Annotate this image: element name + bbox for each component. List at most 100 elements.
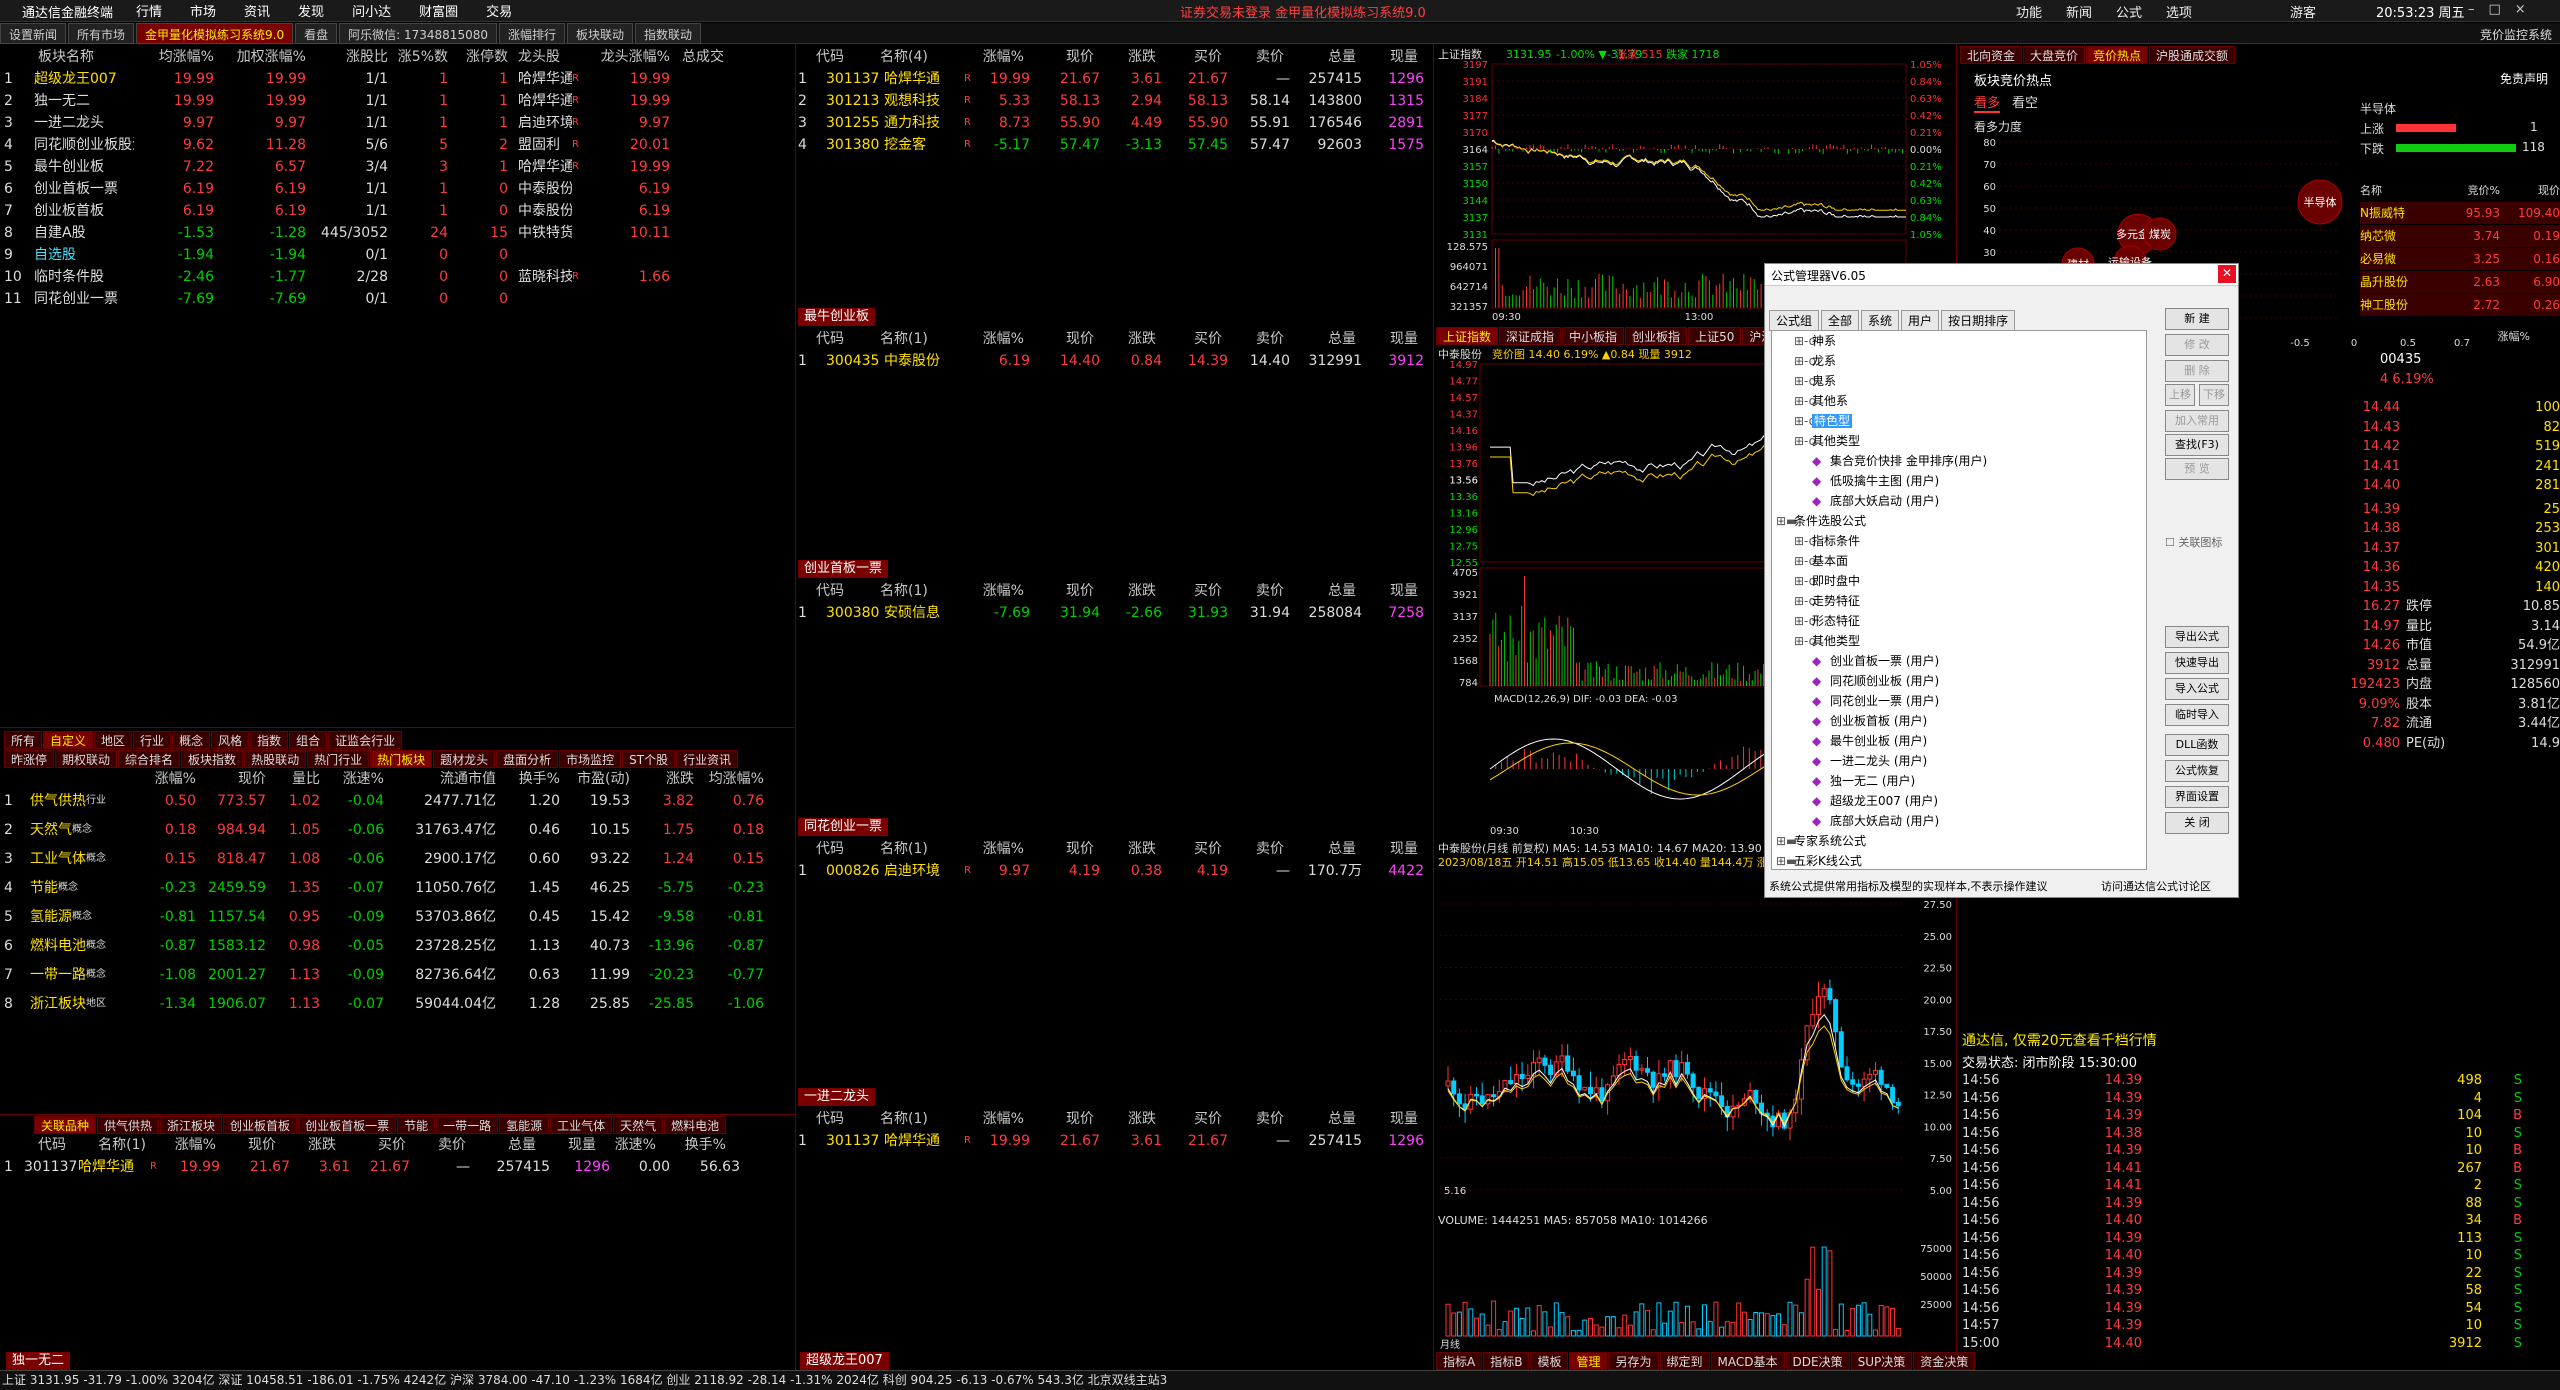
sector-name[interactable]: 一进二龙头 — [34, 112, 134, 134]
col-header[interactable]: 总量 — [1284, 838, 1356, 860]
tab-indicator-7[interactable]: DDE决策 — [1785, 1352, 1850, 1370]
table-row[interactable]: 3 工业气体概念 0.15 818.47 1.08 -0.06 2900.17亿 0.60 93… — [4, 848, 792, 877]
table-row[interactable]: 2 301213 观想科技 R 5.33 58.13 2.94 58.13 58.14 14380… — [798, 90, 1432, 112]
sector-name[interactable]: 供气供热行业 — [30, 790, 134, 819]
col-header[interactable]: 涨跌 — [630, 768, 694, 790]
col-header[interactable]: 名称(4) — [880, 46, 964, 68]
sector-name[interactable]: 浙江板块地区 — [30, 993, 134, 1022]
tab-hot-3[interactable]: 板块指数 — [181, 750, 244, 768]
tab-rel-3[interactable]: 创业板首板 — [223, 1116, 298, 1134]
col-header[interactable] — [798, 46, 816, 68]
tree-item[interactable]: ⊞-o其他系 — [1772, 391, 2146, 411]
tab-cat-1[interactable]: 自定义 — [43, 731, 94, 749]
sector-name[interactable]: 燃料电池概念 — [30, 935, 134, 964]
sector-name[interactable]: 节能概念 — [30, 877, 134, 906]
tab-jinjia[interactable]: 金甲量化模拟练习系统9.0 — [136, 23, 294, 44]
tree-item[interactable]: ⊞-o形态特征 — [1772, 611, 2146, 631]
col-header[interactable]: 买价 — [1156, 838, 1222, 860]
col-header[interactable]: 涨幅% — [964, 838, 1024, 860]
col-header[interactable]: 现价 — [1024, 580, 1094, 602]
tree-item[interactable]: ◆ 超级龙王007 (用户) — [1772, 791, 2146, 811]
stock-name[interactable]: 必易微 — [2360, 248, 2440, 270]
table-row[interactable]: 8 自建A股 -1.53 -1.28 445/3052 24 15 中铁特货 10.11 — [4, 222, 792, 244]
col-header[interactable]: 总量 — [466, 1134, 536, 1156]
stock-name[interactable]: 神工股份 — [2360, 294, 2440, 316]
tab-right-3[interactable]: 沪股通成交额 — [2149, 46, 2236, 64]
tab-rel-5[interactable]: 节能 — [397, 1116, 436, 1134]
col-header[interactable] — [4, 768, 134, 790]
dialog-button-6[interactable]: 查找(F3) — [2165, 434, 2229, 456]
tab-hot-10[interactable]: ST个股 — [622, 750, 676, 768]
dialog-tab-4[interactable]: 按日期排序 — [1941, 310, 2016, 331]
col-header[interactable]: 涨速% — [320, 768, 384, 790]
tree-item[interactable]: ⊞-o鬼系 — [1772, 371, 2146, 391]
stock-name[interactable]: 哈焊华通 — [884, 1130, 964, 1152]
dialog-button-11[interactable]: 临时导入 — [2165, 704, 2229, 726]
col-header[interactable]: 名称(1) — [880, 328, 964, 350]
tree-item[interactable]: ◆ 低吸擒牛主图 (用户) — [1772, 471, 2146, 491]
menu-options[interactable]: 选项 — [2166, 2, 2192, 21]
tab-hot-6[interactable]: 热门板块 — [370, 750, 433, 768]
tree-item[interactable]: ◆ 底部大妖启动 (用户) — [1772, 491, 2146, 511]
table-row[interactable]: 1 000826 启迪环境 R 9.97 4.19 0.38 4.19 — 170.7万 4422 — [798, 860, 1432, 882]
table-row[interactable]: 1 300435 中泰股份 6.19 14.40 0.84 14.39 14.40 312991… — [798, 350, 1432, 372]
tab-rel-6[interactable]: 一带一路 — [436, 1116, 499, 1134]
tree-item[interactable]: ⊞-o其他类型 — [1772, 431, 2146, 451]
menu-market[interactable]: 市场 — [190, 1, 216, 20]
tree-item[interactable]: ◆ 底部大妖启动 (用户) — [1772, 811, 2146, 831]
dialog-tab-2[interactable]: 系统 — [1861, 310, 1900, 331]
col-header[interactable]: 涨幅% — [134, 768, 196, 790]
col-header[interactable]: 涨幅% — [146, 1134, 216, 1156]
dialog-button-10[interactable]: 导入公式 — [2165, 678, 2229, 700]
table-row[interactable]: 10 临时条件股 -2.46 -1.77 2/28 0 0 蓝晓科技 R 1.66 — [4, 266, 792, 288]
tree-item[interactable]: ⊞▬专家系统公式 — [1772, 831, 2146, 851]
table-row[interactable]: 1 301137 哈焊华通 R 19.99 21.67 3.61 21.67 — 257415 12… — [798, 68, 1432, 90]
stock-name[interactable]: N振威特 — [2360, 202, 2440, 224]
tab-hot-7[interactable]: 题材龙头 — [433, 750, 496, 768]
col-header[interactable]: 涨跌 — [1094, 328, 1156, 350]
tab-cat-4[interactable]: 概念 — [172, 731, 211, 749]
tab-rel-1[interactable]: 供气供热 — [97, 1116, 160, 1134]
dialog-button-3[interactable]: 上移 — [2165, 384, 2195, 406]
tab-rank[interactable]: 涨幅排行 — [498, 23, 565, 44]
col-header[interactable] — [798, 580, 816, 602]
table-row[interactable]: 3 一进二龙头 9.97 9.97 1/1 1 1 启迪环境 R 9.97 — [4, 112, 792, 134]
col-header[interactable]: 涨幅% — [964, 46, 1024, 68]
tab-indicator-8[interactable]: SUP决策 — [1850, 1352, 1913, 1370]
dialog-button-12[interactable]: DLL函数 — [2165, 734, 2229, 756]
col-header[interactable]: 买价 — [1156, 46, 1222, 68]
table-row[interactable]: 4 同花顺创业板股池 9.62 11.28 5/6 5 2 盟固利 R 20.01 — [4, 134, 792, 156]
tree-item[interactable]: ⊞-o特色型 — [1772, 411, 2146, 431]
col-header[interactable]: 代码 — [816, 838, 880, 860]
list-item[interactable]: N振威特 95.93 109.40 — [2360, 202, 2560, 224]
col-header[interactable]: 总量 — [1284, 580, 1356, 602]
table-row[interactable]: 1 超级龙王007 19.99 19.99 1/1 1 1 哈焊华通 R 19.99 — [4, 68, 792, 90]
table-row[interactable]: 9 自选股 -1.94 -1.94 0/1 0 0 — [4, 244, 792, 266]
menu-news[interactable]: 资讯 — [244, 1, 270, 20]
table-row[interactable]: 7 创业板首板 6.19 6.19 1/1 1 0 中泰股份 6.19 — [4, 200, 792, 222]
tree-item[interactable]: ⊞-o其他类型 — [1772, 631, 2146, 651]
tab-hot-1[interactable]: 期权联动 — [55, 750, 118, 768]
tab-rel-9[interactable]: 天然气 — [613, 1116, 664, 1134]
tab-right-1[interactable]: 大盘竞价 — [2023, 46, 2086, 64]
tree-item[interactable]: ◆ 创业首板一票 (用户) — [1772, 651, 2146, 671]
table-row[interactable]: 4 节能概念 -0.23 2459.59 1.35 -0.07 11050.76亿 1.45 4… — [4, 877, 792, 906]
dialog-tab-3[interactable]: 用户 — [1901, 310, 1940, 331]
menu-trade[interactable]: 交易 — [486, 1, 512, 20]
col-header[interactable]: 涨跌 — [276, 1134, 336, 1156]
tab-rel-10[interactable]: 燃料电池 — [664, 1116, 727, 1134]
stock-name[interactable]: 哈焊华通 — [78, 1156, 150, 1178]
tab-rel-2[interactable]: 浙江板块 — [160, 1116, 223, 1134]
col-header[interactable]: 买价 — [1156, 580, 1222, 602]
table-row[interactable]: 8 浙江板块地区 -1.34 1906.07 1.13 -0.07 59044.04亿 1.2… — [4, 993, 792, 1022]
table-row[interactable]: 7 一带一路概念 -1.08 2001.27 1.13 -0.09 82736.64亿 0.6… — [4, 964, 792, 993]
tab-hot-5[interactable]: 热门行业 — [307, 750, 370, 768]
window-controls[interactable]: –□× — [2468, 2, 2540, 17]
stock-name[interactable]: 挖金客 — [884, 134, 964, 156]
col-header[interactable]: 现量 — [1356, 580, 1418, 602]
tab-sector-link[interactable]: 板块联动 — [567, 23, 634, 44]
menu-wealth[interactable]: 财富圈 — [419, 1, 458, 20]
user-label[interactable]: 游客 — [2290, 2, 2316, 21]
sector-name[interactable]: 创业板首板 — [34, 200, 134, 222]
col-header[interactable]: 总量 — [1284, 1108, 1356, 1130]
